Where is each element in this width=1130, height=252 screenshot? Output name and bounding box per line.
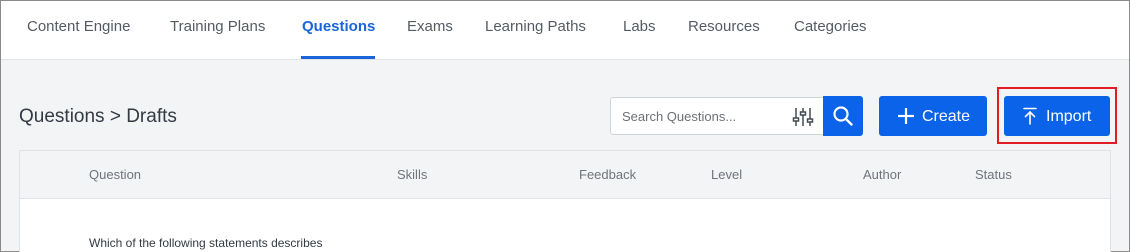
- search-button[interactable]: [823, 96, 863, 136]
- tab-categories[interactable]: Categories: [794, 18, 867, 36]
- tab-resources[interactable]: Resources: [688, 18, 760, 36]
- table-header: Question Skills Feedback Level Author St…: [20, 151, 1110, 199]
- create-button-label: Create: [922, 108, 971, 125]
- column-question[interactable]: Question: [89, 167, 141, 182]
- column-skills[interactable]: Skills: [397, 167, 427, 182]
- tab-exams[interactable]: Exams: [407, 18, 453, 36]
- search-box: [610, 97, 824, 135]
- tab-questions[interactable]: Questions: [302, 18, 375, 36]
- column-feedback[interactable]: Feedback: [579, 167, 636, 182]
- create-button[interactable]: Create: [879, 96, 987, 136]
- column-author[interactable]: Author: [863, 167, 901, 182]
- active-tab-indicator: [301, 56, 375, 59]
- tab-learning-paths[interactable]: Learning Paths: [485, 18, 586, 36]
- tab-labs[interactable]: Labs: [623, 18, 656, 36]
- search-input[interactable]: [611, 98, 783, 134]
- column-status[interactable]: Status: [975, 167, 1012, 182]
- sliders-icon[interactable]: [792, 107, 814, 127]
- import-button-label: Import: [1046, 108, 1092, 125]
- upload-icon: [1023, 107, 1037, 125]
- search-icon: [833, 106, 853, 126]
- tab-content-engine[interactable]: Content Engine: [27, 18, 130, 36]
- column-level[interactable]: Level: [711, 167, 742, 182]
- tab-training-plans[interactable]: Training Plans: [170, 18, 265, 36]
- page-title: Questions > Drafts: [19, 106, 177, 127]
- top-navigation: Content Engine Training Plans Questions …: [1, 1, 1129, 60]
- questions-table: Question Skills Feedback Level Author St…: [19, 150, 1111, 252]
- table-row-question[interactable]: Which of the following statements descri…: [89, 236, 322, 250]
- import-button[interactable]: Import: [1004, 96, 1110, 136]
- plus-icon: [898, 108, 914, 124]
